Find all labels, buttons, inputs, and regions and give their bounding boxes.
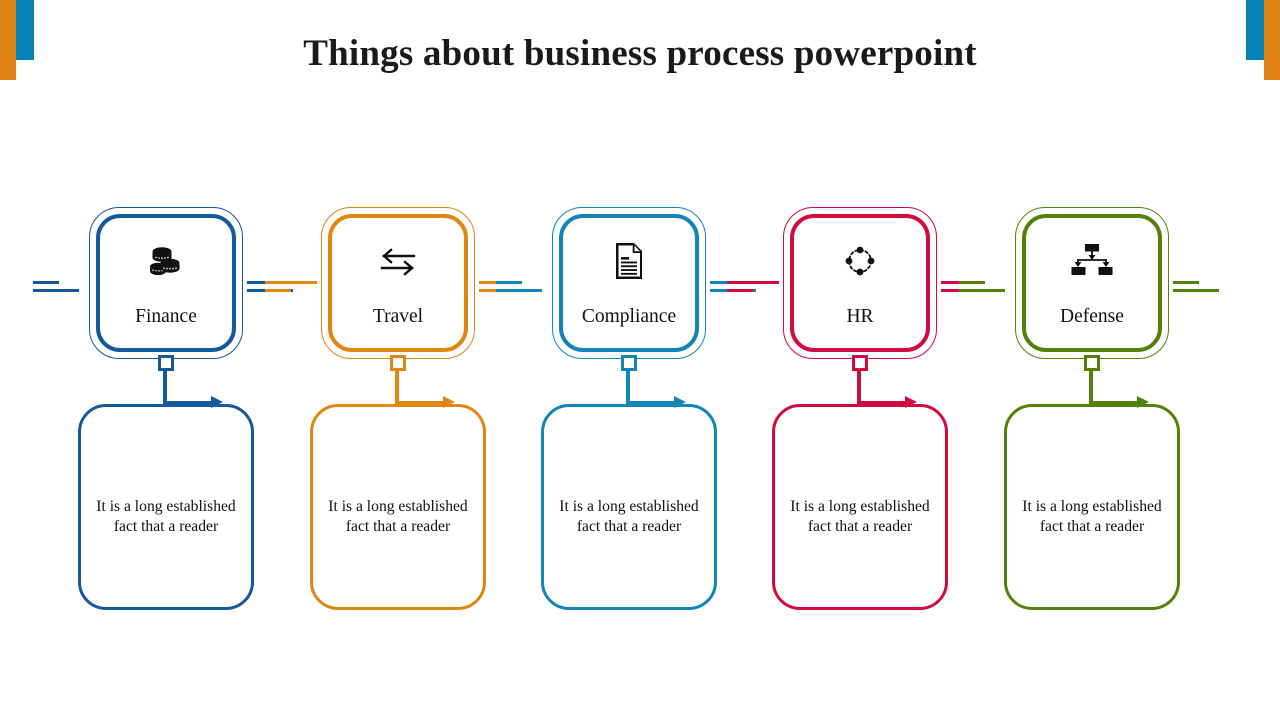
top-card-label: Finance (135, 306, 197, 327)
document-icon-svg (616, 243, 642, 279)
connector-dash-left-upper (265, 281, 317, 285)
process-column-finance: Finance It is a long established fact th… (33, 0, 307, 720)
coins-icon-svg (150, 247, 180, 276)
connector-dash-left-lower (496, 289, 542, 293)
bottom-card-text: It is a long established fact that a rea… (96, 498, 236, 535)
connector-stem (395, 368, 399, 404)
exchange-arrows-icon-svg (380, 248, 416, 276)
connector-dash-left-upper (727, 281, 779, 285)
connector-dash-right-upper (1173, 281, 1199, 285)
top-card-label: Compliance (581, 306, 677, 327)
bottom-card-text: It is a long established fact that a rea… (559, 498, 699, 535)
bottom-card-text: It is a long established fact that a rea… (790, 498, 930, 535)
connector-stem (1089, 368, 1093, 404)
bottom-card-text: It is a long established fact that a rea… (328, 498, 468, 535)
process-column-hr: HR It is a long established fact that a … (727, 0, 1001, 720)
hierarchy-icon-svg (1071, 244, 1113, 275)
connector-dash-left-upper (496, 281, 522, 285)
document-icon (559, 238, 699, 284)
process-diagram: Finance It is a long established fact th… (0, 0, 1280, 720)
network-circle-icon-svg (845, 246, 875, 276)
connector-dash-left-upper (959, 281, 985, 285)
coins-icon (96, 238, 236, 284)
connector-dash-left-lower (265, 289, 291, 293)
connector-dash-left-upper (33, 281, 59, 285)
connector-stem (857, 368, 861, 404)
connector-stem (626, 368, 630, 404)
bottom-card-text: It is a long established fact that a rea… (1022, 498, 1162, 535)
connector-stem (163, 368, 167, 404)
top-card-label: HR (846, 306, 874, 327)
connector-dash-left-lower (33, 289, 79, 293)
connector-dash-right-lower (1173, 289, 1219, 293)
network-circle-icon (790, 238, 930, 284)
hierarchy-icon (1022, 238, 1162, 284)
process-column-compliance: Compliance It is a long established fact… (496, 0, 770, 720)
top-card-label: Defense (1060, 306, 1124, 327)
top-card-label: Travel (372, 306, 424, 327)
connector-dash-left-lower (727, 289, 753, 293)
process-column-travel: Travel It is a long established fact tha… (265, 0, 539, 720)
connector-dash-left-lower (959, 289, 1005, 293)
exchange-arrows-icon (328, 238, 468, 284)
process-column-defense: Defense It is a long established fact th… (959, 0, 1233, 720)
